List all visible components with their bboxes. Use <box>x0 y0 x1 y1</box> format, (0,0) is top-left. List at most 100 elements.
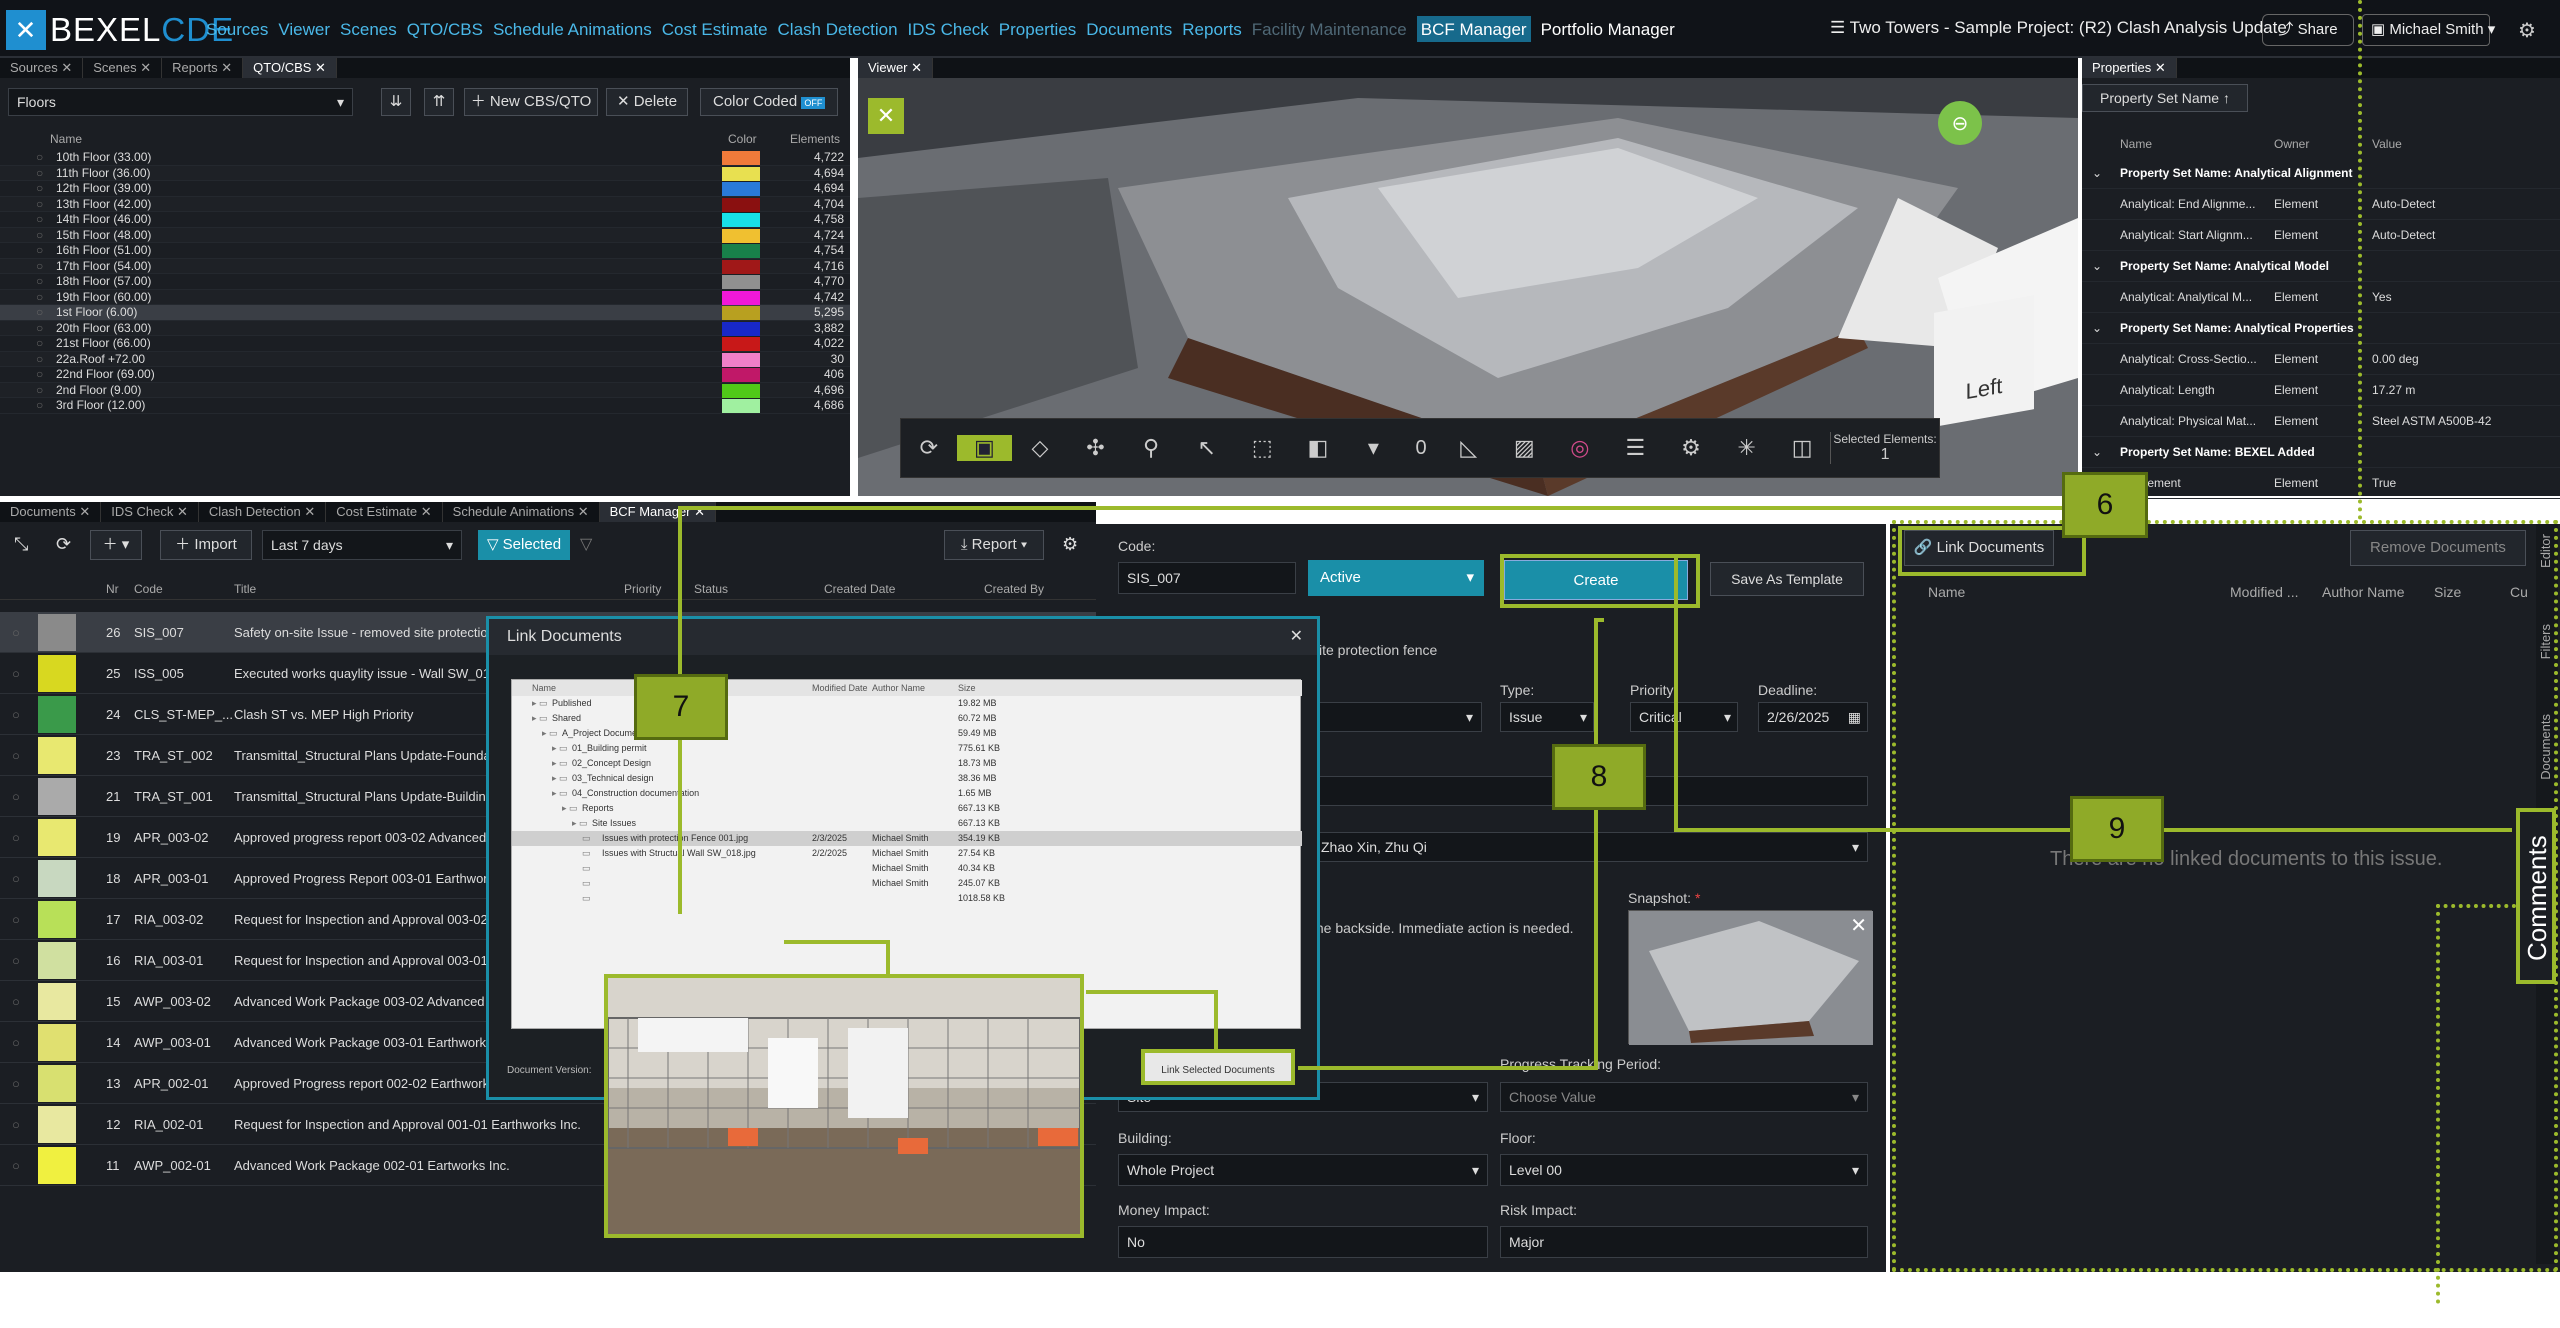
qto-row[interactable]: ○ 12th Floor (39.00) 4,694 <box>0 181 850 197</box>
row-radio-icon[interactable]: ○ <box>12 694 20 735</box>
row-radio-icon[interactable]: ○ <box>36 398 43 414</box>
file-tree-row[interactable]: ▭ Issues with Structual Wall SW_018.jpg 2… <box>512 846 1302 861</box>
user-menu-button[interactable]: ▣ Michael Smith ▾ <box>2362 14 2495 46</box>
report-button[interactable]: ⤓ Report ▾ <box>944 530 1044 560</box>
file-tree-row[interactable]: ▸ ▭ Reports 667.13 KB <box>512 801 1302 816</box>
close-tab-icon[interactable]: ✕ <box>173 504 188 519</box>
menu-item-qto-cbs[interactable]: QTO/CBS <box>407 20 483 42</box>
list-icon[interactable]: ☰ <box>1608 435 1664 461</box>
row-radio-icon[interactable]: ○ <box>12 735 20 776</box>
file-tree-row[interactable]: ▸ ▭ Site Issues 667.13 KB <box>512 816 1302 831</box>
qto-row[interactable]: ○ 21st Floor (66.00) 4,022 <box>0 336 850 352</box>
tab-reports[interactable]: Reports ✕ <box>162 58 244 78</box>
menu-item-clash-detection[interactable]: Clash Detection <box>778 20 898 42</box>
collapse-tree-icon[interactable]: ⇈ <box>424 88 454 116</box>
property-set-header[interactable]: ⌄ Property Set Name: BEXEL Added <box>2082 437 2560 468</box>
row-radio-icon[interactable]: ○ <box>36 150 43 166</box>
tab-scenes[interactable]: Scenes ✕ <box>83 58 163 78</box>
close-tab-icon[interactable]: ✕ <box>218 60 232 75</box>
menu-item-properties[interactable]: Properties <box>999 20 1076 42</box>
calendar-icon[interactable]: ▦ <box>1848 703 1861 731</box>
property-row[interactable]: Analytical: Analytical M... Element Yes <box>2082 282 2560 313</box>
floor-dropdown[interactable]: Level 00 ▾ <box>1500 1154 1868 1186</box>
walk-icon[interactable]: ⚲ <box>1123 435 1179 461</box>
row-radio-icon[interactable]: ○ <box>36 383 43 399</box>
expand-icon[interactable]: ⌄ <box>2092 437 2102 468</box>
qto-type-dropdown[interactable]: Floors ▾ <box>8 88 353 116</box>
project-title[interactable]: ☰ Two Towers - Sample Project: (R2) Clas… <box>1830 18 2287 38</box>
snapshot-image[interactable]: ✕ <box>1628 910 1873 1045</box>
bcf-settings-icon[interactable]: ⚙ <box>1062 534 1078 555</box>
col-title[interactable]: Title <box>234 578 256 600</box>
col-dialog-0[interactable]: Name <box>532 680 556 696</box>
gear-icon[interactable]: ⚙ <box>1663 435 1719 461</box>
type-dropdown[interactable]: Issue ▾ <box>1500 702 1594 732</box>
property-row[interactable]: Analytical: Physical Mat... Element Steel … <box>2082 406 2560 437</box>
row-radio-icon[interactable]: ○ <box>36 181 43 197</box>
tab-cost-estimate[interactable]: Cost Estimate ✕ <box>326 502 443 522</box>
money-field[interactable]: No <box>1118 1226 1488 1258</box>
row-radio-icon[interactable]: ○ <box>12 1104 20 1145</box>
menu-item-reports[interactable]: Reports <box>1182 20 1242 42</box>
menu-item-facility-maintenance[interactable]: Facility Maintenance <box>1252 20 1407 42</box>
row-radio-icon[interactable]: ○ <box>12 817 20 858</box>
file-tree-row[interactable]: ▸ ▭ 04_Construction documentation 1.65 MB <box>512 786 1302 801</box>
file-tree-row[interactable]: ▸ ▭ Published 19.82 MB <box>512 696 1302 711</box>
row-radio-icon[interactable]: ○ <box>36 259 43 275</box>
col-created-by[interactable]: Created By <box>984 578 1044 600</box>
settings-gear-icon[interactable]: ⚙ <box>2518 18 2536 43</box>
qto-row[interactable]: ○ 10th Floor (33.00) 4,722 <box>0 150 850 166</box>
file-tree-row[interactable]: ▭ 1018.58 KB <box>512 891 1302 906</box>
tab-clash-detection[interactable]: Clash Detection ✕ <box>199 502 327 522</box>
qto-row[interactable]: ○ 3rd Floor (12.00) 4,686 <box>0 398 850 414</box>
rotate-icon[interactable]: ⟳ <box>901 435 957 461</box>
close-tab-icon[interactable]: ✕ <box>311 60 326 75</box>
row-radio-icon[interactable]: ○ <box>12 653 20 694</box>
row-radio-icon[interactable]: ○ <box>36 305 43 321</box>
row-radio-icon[interactable]: ○ <box>12 858 20 899</box>
menu-item-ids-check[interactable]: IDS Check <box>908 20 989 42</box>
save-template-button[interactable]: Save As Template <box>1710 562 1864 596</box>
close-tab-icon[interactable]: ✕ <box>58 60 72 75</box>
property-row[interactable]: Analytical: End Alignme... Element Auto-De… <box>2082 189 2560 220</box>
row-radio-icon[interactable]: ○ <box>36 352 43 368</box>
menu-item-scenes[interactable]: Scenes <box>340 20 397 42</box>
row-radio-icon[interactable]: ○ <box>36 228 43 244</box>
close-tab-icon[interactable]: ✕ <box>417 504 432 519</box>
new-cbs-button[interactable]: ＋ New CBS/QTO <box>464 88 598 116</box>
row-radio-icon[interactable]: ○ <box>36 321 43 337</box>
explode-icon[interactable]: ✣ <box>1068 435 1124 461</box>
row-radio-icon[interactable]: ○ <box>12 1063 20 1104</box>
menu-item-portfolio-manager[interactable]: Portfolio Manager <box>1541 20 1675 42</box>
collapse-icon[interactable]: ⤡ <box>14 534 28 555</box>
qto-row[interactable]: ○ 16th Floor (51.00) 4,754 <box>0 243 850 259</box>
qto-row[interactable]: ○ 11th Floor (36.00) 4,694 <box>0 165 850 181</box>
row-radio-icon[interactable]: ○ <box>12 899 20 940</box>
description-text[interactable]: the backside. Immediate action is needed… <box>1312 920 1574 936</box>
col-nr[interactable]: Nr <box>106 578 119 600</box>
tracking-dropdown[interactable]: Choose Value ▾ <box>1500 1082 1868 1112</box>
menu-item-bcf-manager[interactable]: BCF Manager <box>1416 16 1531 42</box>
hide-icon[interactable]: ◫ <box>1774 435 1830 461</box>
close-tab-icon[interactable]: ✕ <box>574 504 589 519</box>
qto-row[interactable]: ○ 13th Floor (42.00) 4,704 <box>0 196 850 213</box>
col-created-date[interactable]: Created Date <box>824 578 895 600</box>
property-row[interactable]: Analytical: Length Element 17.27 m <box>2082 375 2560 406</box>
qto-row[interactable]: ○ 17th Floor (54.00) 4,716 <box>0 258 850 275</box>
file-tree-row[interactable]: ▸ ▭ Shared 60.72 MB <box>512 711 1302 726</box>
col-dialog-3[interactable]: Size <box>958 680 976 696</box>
row-radio-icon[interactable]: ○ <box>12 981 20 1022</box>
view-cube[interactable]: Left <box>1934 295 2034 427</box>
expand-icon[interactable]: ⌄ <box>2092 158 2102 189</box>
menu-item-cost-estimate[interactable]: Cost Estimate <box>662 20 768 42</box>
expand-icon[interactable]: ⌄ <box>2092 251 2102 282</box>
color-coded-toggle[interactable]: Color Coded OFF <box>700 88 838 116</box>
tab-ids-check[interactable]: IDS Check ✕ <box>101 502 199 522</box>
row-radio-icon[interactable]: ○ <box>36 197 43 213</box>
priority-dropdown[interactable]: Critical ▾ <box>1630 702 1738 732</box>
import-button[interactable]: ＋ Import <box>160 530 252 560</box>
tab-documents[interactable]: Documents ✕ <box>0 502 102 522</box>
col-priority[interactable]: Priority <box>624 578 661 600</box>
dropdown-icon[interactable]: ▾ <box>1346 435 1402 461</box>
menu-item-schedule-animations[interactable]: Schedule Animations <box>493 20 652 42</box>
